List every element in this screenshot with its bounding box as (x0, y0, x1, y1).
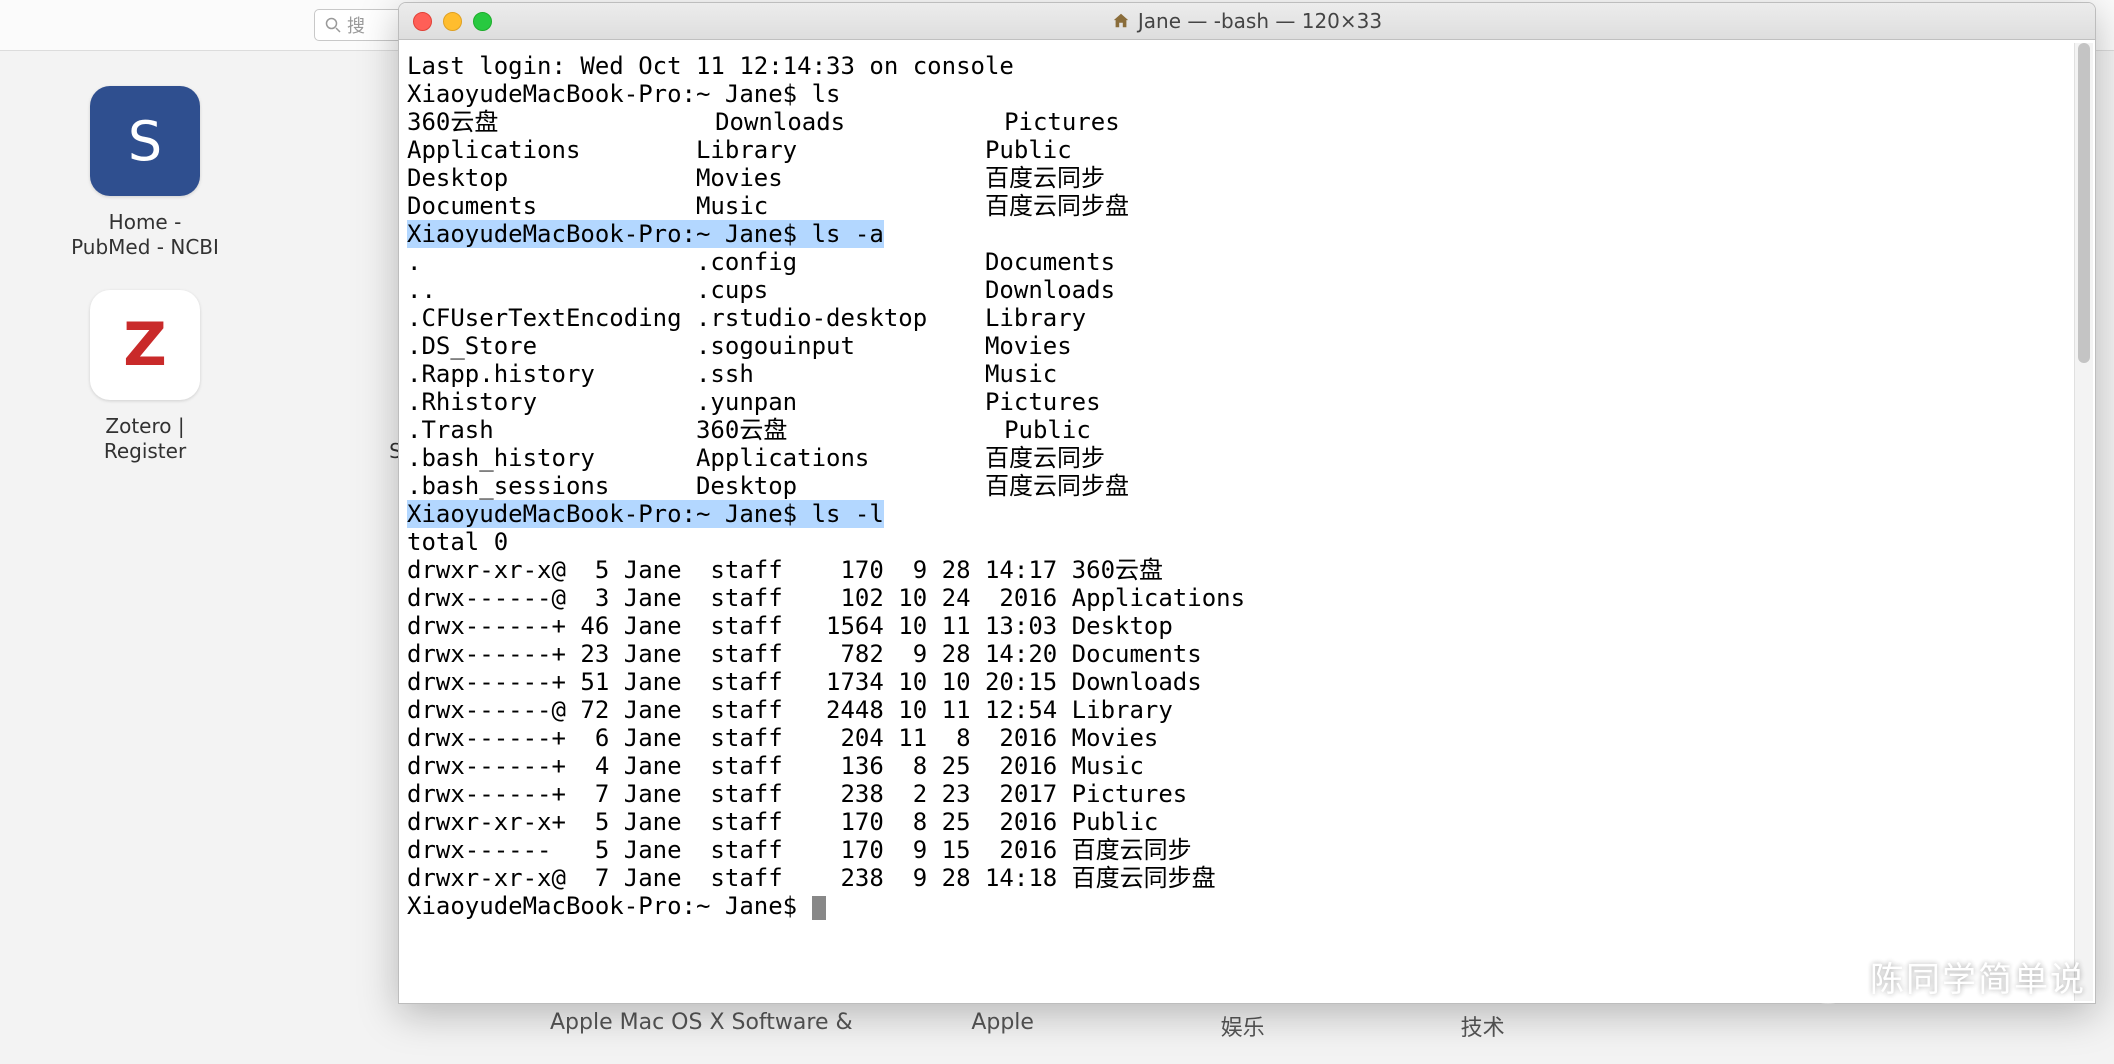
terminal-body[interactable]: Last login: Wed Oct 11 12:14:33 on conso… (399, 40, 2095, 932)
watermark-text: 陈同学简单说 (1870, 952, 2086, 1001)
wechat-icon (1800, 948, 1856, 1004)
scrollbar[interactable] (2074, 43, 2093, 1001)
bookmark-icon: Z (90, 290, 200, 400)
prompt-line-ls-l: XiaoyudeMacBook-Pro:~ Jane$ ls -l (407, 500, 884, 528)
bookmark-icon: S (90, 86, 200, 196)
bookmark-tile-zotero[interactable]: Z Zotero | Register (10, 290, 280, 464)
bottom-tab[interactable]: Apple Mac OS X Software & (550, 1010, 853, 1042)
close-button[interactable] (413, 12, 432, 31)
bookmark-label: Home - PubMed - NCBI (71, 210, 219, 260)
terminal-window[interactable]: Jane — -bash — 120×33 Last login: Wed Oc… (398, 2, 2096, 1004)
scrollbar-thumb[interactable] (2078, 43, 2090, 363)
terminal-title: Jane — -bash — 120×33 (399, 9, 2095, 33)
minimize-button[interactable] (443, 12, 462, 31)
bottom-tab-bar: Apple Mac OS X Software & Apple 娱乐 技术 (550, 1010, 1573, 1042)
cursor (812, 896, 826, 920)
watermark: 陈同学简单说 (1800, 948, 2086, 1004)
bottom-tab[interactable]: 技术 (1393, 1010, 1573, 1042)
prompt-line-ls-a: XiaoyudeMacBook-Pro:~ Jane$ ls -a (407, 220, 884, 248)
terminal-titlebar[interactable]: Jane — -bash — 120×33 (399, 3, 2095, 40)
bottom-tab[interactable]: Apple (913, 1010, 1093, 1042)
bottom-tab[interactable]: 娱乐 (1153, 1010, 1333, 1042)
search-placeholder: 搜 (347, 12, 365, 38)
home-icon (1112, 12, 1130, 30)
bookmark-label: Zotero | Register (104, 414, 186, 464)
bookmark-tile-pubmed[interactable]: S Home - PubMed - NCBI (10, 86, 280, 260)
search-icon (325, 17, 341, 33)
maximize-button[interactable] (473, 12, 492, 31)
window-controls (413, 12, 492, 31)
terminal-title-text: Jane — -bash — 120×33 (1138, 9, 1382, 33)
